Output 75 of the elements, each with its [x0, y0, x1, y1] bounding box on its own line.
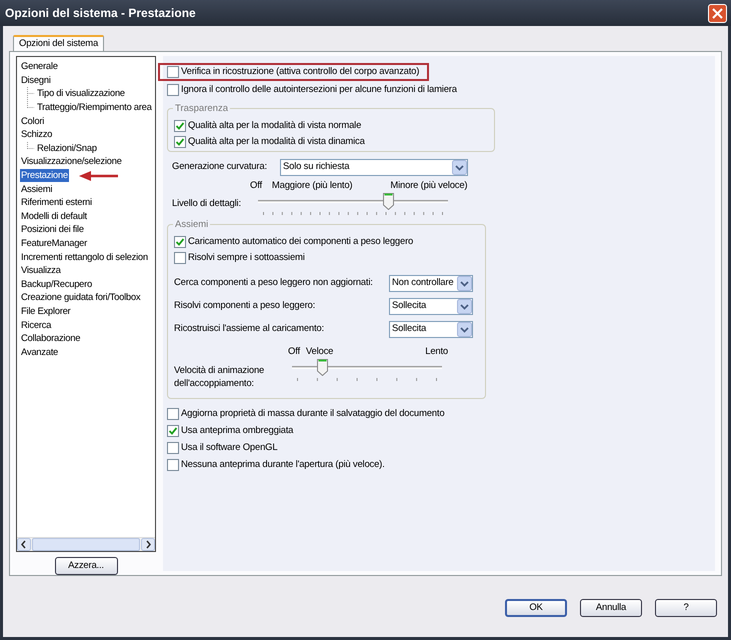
tree-item[interactable]: Collaborazione: [20, 332, 82, 346]
field-label: Livello di dettagli:: [172, 197, 242, 212]
tree-item[interactable]: Schizzo: [20, 128, 54, 142]
tree-item[interactable]: Prestazione: [20, 169, 69, 182]
reset-button[interactable]: Azzera...: [54, 557, 118, 575]
checkbox-label: Qualità alta per la modalità di vista normale: [188, 119, 362, 134]
tree-item[interactable]: Assiemi: [20, 182, 54, 196]
window-title: Opzioni del sistema - Prestazione: [5, 5, 196, 22]
scale-label: Off: [288, 345, 300, 360]
scale-label: Off: [250, 179, 262, 194]
close-button[interactable]: [708, 4, 727, 22]
checkbox[interactable]: [167, 442, 179, 454]
checkbox-label: Verifica in ricostruzione (attiva controllo del corpo avanzato): [181, 65, 420, 79]
checkbox[interactable]: [167, 84, 179, 96]
checkbox-label: Usa il software OpenGL: [181, 440, 278, 455]
checkbox-label: Ignora il controllo delle autointersezioni per alcune funzioni di lamiera: [181, 83, 457, 98]
tree-item[interactable]: Colori: [20, 114, 46, 128]
checkbox-label: Caricamento automatico dei componenti a peso leggero: [188, 235, 414, 250]
checkbox[interactable]: [174, 252, 186, 264]
dialog-button[interactable]: Annulla: [580, 599, 642, 617]
tree-item[interactable]: Disegni: [20, 74, 52, 87]
field-label: Velocità di animazione dell'accoppiamento:: [174, 364, 266, 390]
checkbox-label: Aggiorna proprietà di massa durante il salvataggio del documento: [181, 406, 444, 421]
tree-connector-icon: [27, 142, 34, 149]
checkbox[interactable]: [167, 408, 179, 420]
checkbox-label: Qualità alta per la modalità di vista dinamica: [188, 135, 365, 150]
slider-track[interactable]: [258, 193, 448, 210]
field-label: Generazione curvatura:: [172, 160, 268, 174]
close-icon: [712, 8, 723, 18]
tree-item[interactable]: Creazione guidata fori/Toolbox: [20, 291, 142, 304]
field-label: Ricostruisci l'assieme al caricamento:: [174, 322, 324, 336]
checkbox-label: Usa anteprima ombreggiata: [181, 424, 294, 438]
scroll-left-icon[interactable]: [17, 538, 31, 552]
tree-item[interactable]: File Explorer: [20, 304, 72, 318]
tree-item[interactable]: Avanzate: [20, 346, 60, 359]
slider-thumb[interactable]: [383, 193, 394, 210]
field-label: Cerca componenti a peso leggero non aggiornati:: [174, 276, 373, 290]
checkbox[interactable]: [174, 236, 186, 248]
scale-label: Lento: [425, 345, 448, 360]
tree-item[interactable]: Riferimenti esterni: [20, 196, 93, 210]
checkbox[interactable]: [167, 458, 179, 471]
dialog-button[interactable]: ?: [655, 599, 717, 617]
tab[interactable]: Opzioni del sistema: [13, 35, 104, 51]
scale-label: Veloce: [306, 345, 334, 360]
tree-item[interactable]: Incrementi rettangolo di selezion: [20, 250, 149, 264]
dropdown[interactable]: Non controllare: [389, 274, 473, 292]
slider-thumb[interactable]: [317, 359, 328, 376]
tree-item[interactable]: Relazioni/Snap: [36, 142, 98, 155]
checkbox-label: Nessuna anteprima durante l'apertura (più veloce).: [181, 458, 385, 472]
scale-label: Minore (più veloce): [390, 179, 468, 194]
checkbox-label: Risolvi sempre i sottoassiemi: [188, 251, 305, 266]
tree-item[interactable]: Backup/Recupero: [20, 278, 94, 291]
checkbox[interactable]: [167, 424, 179, 437]
slider-track[interactable]: [292, 359, 442, 376]
horizontal-scrollbar[interactable]: [17, 537, 155, 552]
checkbox[interactable]: [174, 120, 186, 132]
tree-item[interactable]: Tipo di visualizzazione: [36, 87, 126, 100]
tree-item[interactable]: Modelli di default: [20, 210, 88, 223]
scrollbar-thumb[interactable]: [32, 538, 140, 552]
tree-item[interactable]: Generale: [20, 60, 59, 74]
tree-item[interactable]: Visualizza: [20, 264, 62, 278]
tree-item[interactable]: Posizioni dei file: [20, 223, 85, 236]
tree-item[interactable]: FeatureManager: [20, 237, 88, 250]
dropdown[interactable]: Sollecita: [389, 320, 473, 338]
field-label: Risolvi componenti a peso leggero:: [174, 299, 316, 314]
dropdown[interactable]: Sollecita: [389, 298, 473, 315]
tree-item[interactable]: Visualizzazione/selezione: [20, 155, 123, 168]
scale-label: Maggiore (più lento): [272, 179, 352, 194]
scroll-right-icon[interactable]: [141, 538, 155, 552]
dialog-button[interactable]: OK: [505, 599, 567, 617]
curvature-dropdown[interactable]: Solo su richiesta: [280, 158, 468, 176]
checkbox[interactable]: [167, 66, 179, 78]
tree-item[interactable]: Tratteggio/Riempimento area: [36, 101, 153, 114]
tree-item[interactable]: Ricerca: [20, 318, 52, 332]
checkbox[interactable]: [174, 136, 186, 148]
